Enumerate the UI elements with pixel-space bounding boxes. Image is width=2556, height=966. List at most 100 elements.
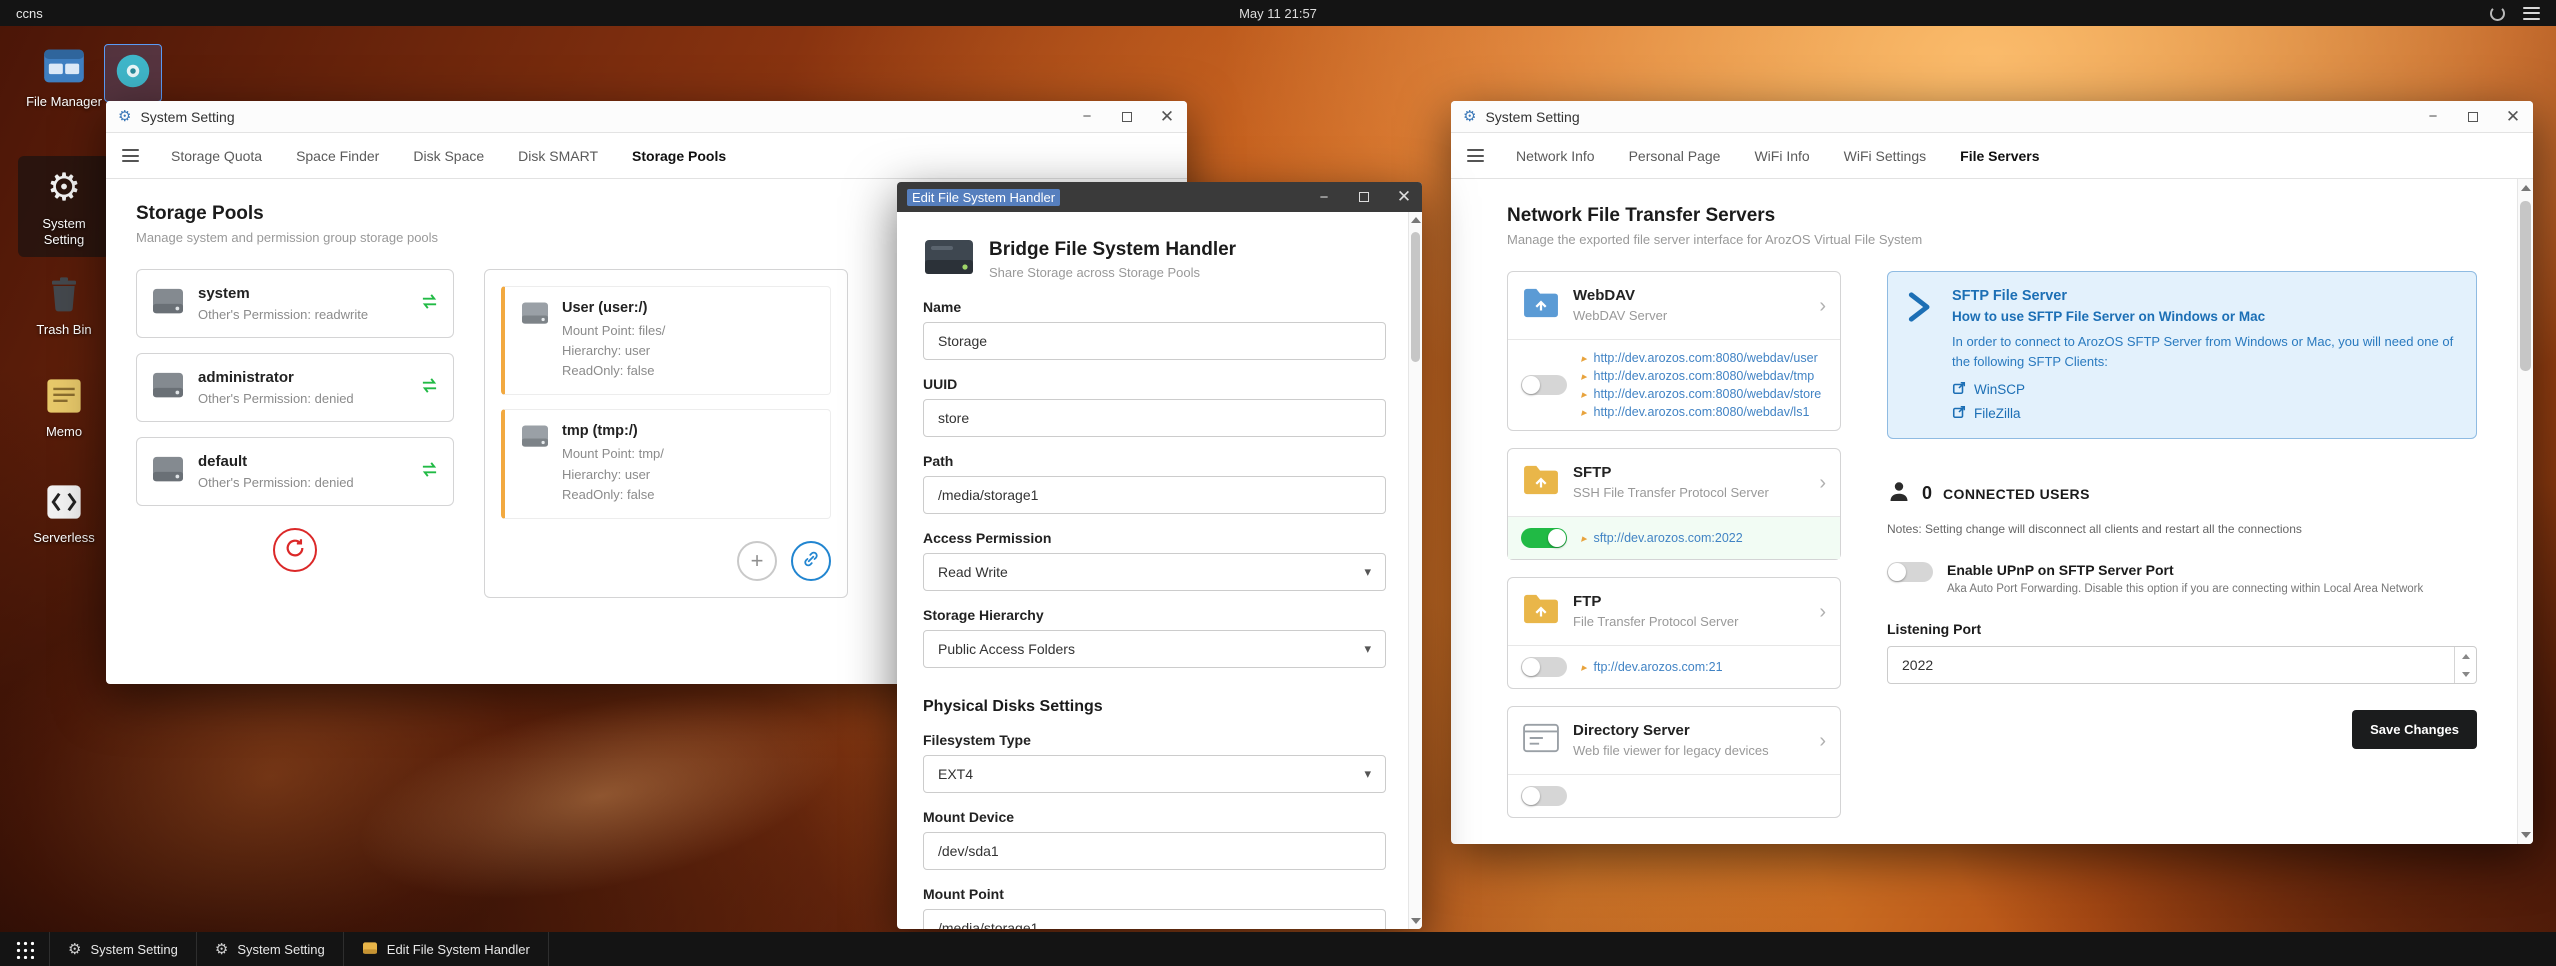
client-link-winscp[interactable]: WinSCP <box>1952 381 2458 398</box>
uuid-input[interactable]: store <box>923 399 1386 437</box>
close-button[interactable]: ✕ <box>1396 187 1412 206</box>
upnp-toggle[interactable] <box>1887 562 1933 582</box>
ftp-url[interactable]: ftp://dev.arozos.com:21 <box>1594 660 1723 674</box>
server-card-header[interactable]: SFTP SSH File Transfer Protocol Server › <box>1508 449 1840 516</box>
sidebar-toggle-icon[interactable] <box>1467 149 1484 162</box>
desktop-icon-system-setting[interactable]: ⚙ System Setting <box>18 156 110 257</box>
storage-pool-row[interactable]: system Other's Permission: readwrite <box>136 269 454 338</box>
titlebar[interactable]: Edit File System Handler − ✕ <box>897 182 1422 212</box>
number-stepper[interactable] <box>2454 647 2476 683</box>
titlebar[interactable]: ⚙ System Setting − ✕ <box>1451 101 2533 133</box>
stepper-up-icon[interactable] <box>2461 653 2470 659</box>
server-desc: Web file viewer for legacy devices <box>1573 743 1769 758</box>
fs-handler-row[interactable]: User (user:/) Mount Point: files/ Hierar… <box>501 286 831 396</box>
tab-wifi-settings[interactable]: WiFi Settings <box>1830 133 1940 178</box>
minimize-button[interactable]: − <box>1079 108 1095 125</box>
save-changes-button[interactable]: Save Changes <box>2352 710 2477 749</box>
minimize-button[interactable]: − <box>1316 189 1332 206</box>
terminal-chevron-icon <box>1906 290 1936 422</box>
tab-storage-pools[interactable]: Storage Pools <box>618 133 740 178</box>
path-input[interactable]: /media/storage1 <box>923 476 1386 514</box>
sync-icon[interactable] <box>420 461 439 483</box>
sftp-info-box: SFTP File Server How to use SFTP File Se… <box>1887 271 2477 439</box>
tab-personal-page[interactable]: Personal Page <box>1615 133 1735 178</box>
ftp-folder-icon <box>1522 593 1560 630</box>
tab-disk-space[interactable]: Disk Space <box>399 133 498 178</box>
desktop-icon-label: System Setting <box>42 216 86 248</box>
window-scrollbar[interactable] <box>1408 212 1422 929</box>
desktop-icon-file-manager[interactable]: File Manager <box>22 44 106 110</box>
tab-disk-smart[interactable]: Disk SMART <box>504 133 612 178</box>
hard-drive-icon <box>151 370 185 405</box>
mount-point-input[interactable]: /media/storage1 <box>923 909 1386 929</box>
scroll-down-icon[interactable] <box>1410 918 1421 924</box>
directory-server-toggle[interactable] <box>1521 786 1567 806</box>
webdav-toggle[interactable] <box>1521 375 1567 395</box>
connected-users-label: CONNECTED USERS <box>1943 485 2090 502</box>
sync-icon[interactable] <box>420 377 439 399</box>
desktop-icon-memo[interactable]: Memo <box>22 374 106 440</box>
titlebar[interactable]: ⚙ System Setting − ✕ <box>106 101 1187 133</box>
taskbar-item-system-setting-1[interactable]: ⚙ System Setting <box>50 932 196 966</box>
sftp-url[interactable]: sftp://dev.arozos.com:2022 <box>1594 531 1743 545</box>
webdav-url[interactable]: http://dev.arozos.com:8080/webdav/tmp <box>1594 369 1815 383</box>
ftp-toggle[interactable] <box>1521 657 1567 677</box>
system-menu-icon[interactable] <box>2523 6 2540 20</box>
webdav-url[interactable]: http://dev.arozos.com:8080/webdav/user <box>1594 351 1818 365</box>
trash-icon <box>22 272 106 316</box>
add-fs-handler-button[interactable]: + <box>737 540 777 581</box>
app-launcher-icon[interactable] <box>15 939 34 959</box>
maximize-button[interactable] <box>2465 109 2481 125</box>
name-input[interactable]: Storage <box>923 322 1386 360</box>
tab-network-info[interactable]: Network Info <box>1502 133 1609 178</box>
filesystem-type-select[interactable]: EXT4 ▾ <box>923 755 1386 793</box>
tab-wifi-info[interactable]: WiFi Info <box>1740 133 1823 178</box>
desktop-icon-label: Trash Bin <box>36 322 92 337</box>
sync-icon[interactable] <box>420 293 439 315</box>
storage-pool-row[interactable]: default Other's Permission: denied <box>136 437 454 506</box>
storage-hierarchy-select[interactable]: Public Access Folders ▾ <box>923 630 1386 668</box>
fs-handler-hierarchy: Hierarchy: user <box>562 466 651 482</box>
server-card-header[interactable]: FTP File Transfer Protocol Server › <box>1508 578 1840 645</box>
minimize-button[interactable]: − <box>2425 108 2441 125</box>
tab-file-servers[interactable]: File Servers <box>1946 133 2053 178</box>
sftp-toggle[interactable] <box>1521 528 1567 548</box>
storage-pool-row[interactable]: administrator Other's Permission: denied <box>136 353 454 422</box>
desktop-icon-trash-bin[interactable]: Trash Bin <box>22 272 106 338</box>
webdav-url[interactable]: http://dev.arozos.com:8080/webdav/store <box>1594 387 1822 401</box>
gear-icon: ⚙ <box>46 167 82 209</box>
scrollbar-thumb[interactable] <box>1411 232 1420 362</box>
close-button[interactable]: ✕ <box>2505 107 2521 126</box>
serverless-icon <box>22 480 106 524</box>
client-link-filezilla[interactable]: FileZilla <box>1952 405 2458 422</box>
scrollbar-thumb[interactable] <box>2520 201 2531 371</box>
page-title: Network File Transfer Servers <box>1507 205 1776 226</box>
loading-spinner-icon[interactable] <box>2490 5 2505 21</box>
listening-port-input[interactable]: 2022 <box>1887 646 2477 684</box>
refresh-pools-button[interactable] <box>273 528 317 572</box>
bridge-fs-handler-button[interactable] <box>791 540 831 581</box>
taskbar-item-edit-fs-handler[interactable]: Edit File System Handler <box>344 932 548 966</box>
tab-storage-quota[interactable]: Storage Quota <box>157 133 276 178</box>
window-edit-fs-handler: Edit File System Handler − ✕ Bridge File… <box>897 182 1422 929</box>
desktop-icon-serverless[interactable]: Serverless <box>22 480 106 546</box>
tab-space-finder[interactable]: Space Finder <box>282 133 393 178</box>
window-scrollbar[interactable] <box>2517 179 2533 844</box>
maximize-button[interactable] <box>1119 109 1135 125</box>
maximize-button[interactable] <box>1356 189 1372 205</box>
desktop-icon-disc-selected[interactable] <box>104 44 162 102</box>
name-label: Name <box>923 299 962 315</box>
mount-device-input[interactable]: /dev/sda1 <box>923 832 1386 870</box>
access-permission-select[interactable]: Read Write ▾ <box>923 553 1386 591</box>
scroll-up-icon[interactable] <box>2520 185 2531 191</box>
taskbar-item-system-setting-2[interactable]: ⚙ System Setting <box>197 932 343 966</box>
scroll-down-icon[interactable] <box>2520 832 2531 838</box>
fs-handler-row[interactable]: tmp (tmp:/) Mount Point: tmp/ Hierarchy:… <box>501 409 831 519</box>
server-card-header[interactable]: WebDAV WebDAV Server › <box>1508 272 1840 339</box>
sidebar-toggle-icon[interactable] <box>122 149 139 162</box>
stepper-down-icon[interactable] <box>2461 671 2470 677</box>
webdav-url[interactable]: http://dev.arozos.com:8080/webdav/ls1 <box>1594 405 1810 419</box>
server-card-header[interactable]: Directory Server Web file viewer for leg… <box>1508 707 1840 774</box>
close-button[interactable]: ✕ <box>1159 107 1175 126</box>
scroll-up-icon[interactable] <box>1410 217 1421 223</box>
